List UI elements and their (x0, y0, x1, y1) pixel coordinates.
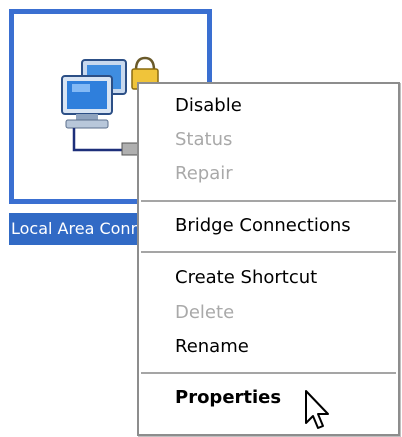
menu-item-disable[interactable]: Disable (139, 89, 398, 123)
menu-separator (141, 372, 396, 374)
menu-separator (141, 200, 396, 202)
menu-separator (141, 251, 396, 253)
context-menu: Disable Status Repair Bridge Connections… (137, 82, 400, 436)
menu-item-status: Status (175, 129, 233, 150)
menu-item-delete: Delete (175, 302, 235, 323)
arrow-cursor-icon (305, 390, 329, 429)
menu-item-properties[interactable]: Properties (139, 381, 398, 415)
desktop-icon-label[interactable]: Local Area Connection (9, 213, 149, 245)
menu-item-repair: Repair (175, 163, 233, 184)
menu-item-bridge-connections[interactable]: Bridge Connections (139, 209, 398, 243)
menu-item-rename[interactable]: Rename (139, 330, 398, 364)
menu-item-create-shortcut[interactable]: Create Shortcut (139, 261, 398, 295)
